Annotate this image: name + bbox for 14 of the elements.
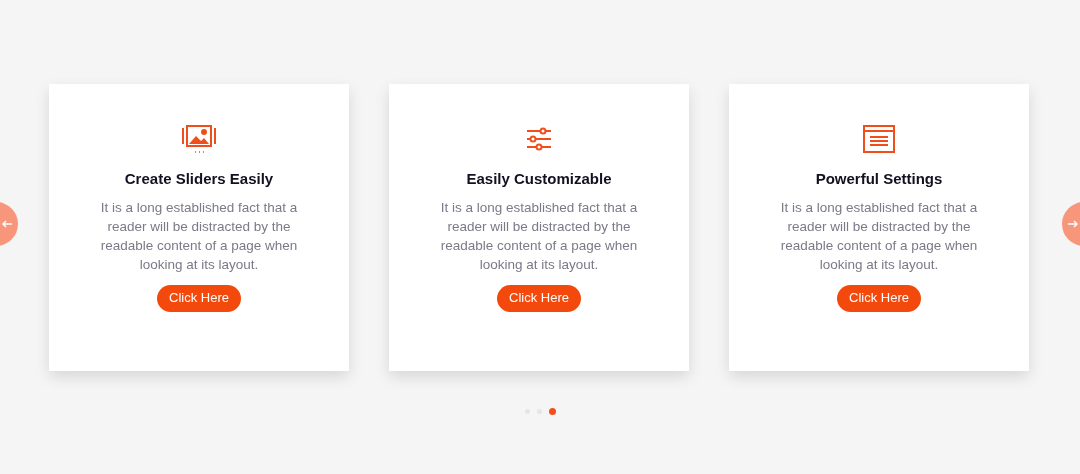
card-title: Powerful Settings: [815, 169, 943, 189]
card-title: Create Sliders Easily: [124, 169, 274, 189]
card-description: It is a long established fact that a reader will be distracted by the readable content of a page when looking at its layout.: [779, 198, 979, 274]
arrow-right-icon: [1068, 220, 1078, 228]
card-description: It is a long established fact that a reader will be distracted by the readable content of a page when looking at its layout.: [439, 198, 639, 274]
sliders-icon: [526, 127, 552, 151]
click-here-button[interactable]: Click Here: [837, 284, 921, 312]
card-title: Easily Customizable: [466, 169, 612, 189]
arrow-left-icon: [2, 220, 12, 228]
card-description: It is a long established fact that a reader will be distracted by the readable content of a page when looking at its layout.: [99, 198, 299, 274]
click-here-button[interactable]: Click Here: [497, 284, 581, 312]
browser-window-icon: [863, 125, 895, 153]
image-gallery-icon: [182, 124, 216, 154]
click-here-button[interactable]: Click Here: [157, 284, 241, 312]
